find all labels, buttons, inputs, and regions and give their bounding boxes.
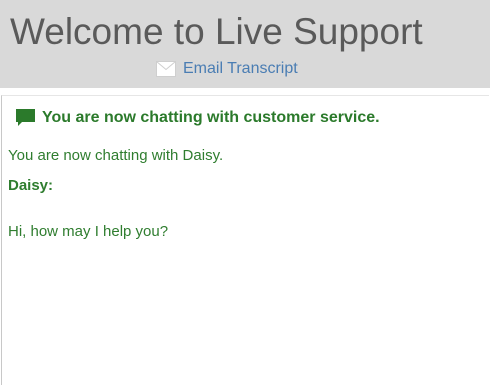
system-message-text: You are now chatting with customer servi…	[42, 108, 380, 126]
agent-message: Hi, how may I help you?	[8, 223, 169, 240]
email-transcript-link[interactable]: Email Transcript	[156, 58, 298, 80]
chat-header: Welcome to Live Support Email Transcript	[0, 0, 490, 88]
page-title: Welcome to Live Support	[10, 11, 423, 52]
email-transcript-label: Email Transcript	[183, 60, 298, 77]
system-message: You are now chatting with customer servi…	[15, 108, 380, 127]
agent-name: Daisy:	[8, 177, 54, 194]
envelope-icon	[156, 61, 176, 77]
connected-message: You are now chatting with Daisy.	[8, 147, 224, 164]
speech-bubble-icon	[15, 108, 36, 127]
chat-transcript-panel[interactable]: You are now chatting with customer servi…	[1, 95, 489, 385]
